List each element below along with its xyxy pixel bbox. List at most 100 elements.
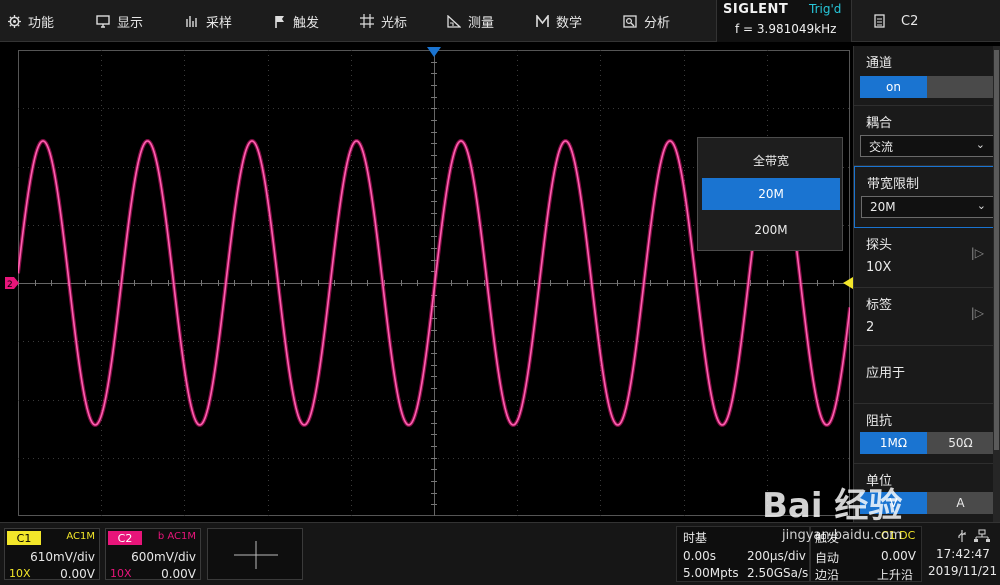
probe-value: 10X [866, 260, 892, 275]
trigger-slope: 上升沿 [877, 568, 914, 582]
menu-cursor-label: 光标 [381, 15, 408, 31]
impedance-toggle[interactable]: 1MΩ 50Ω [860, 432, 994, 454]
unit-toggle[interactable]: V A [860, 492, 994, 514]
waveform-trace [18, 138, 850, 428]
menu-display[interactable]: 显示 [96, 0, 143, 42]
channel-settings-panel: 通道 on 耦合 交流 ⌄ 带宽限制 20M ⌄ 探头 10X |▷ 标签 2 … [853, 46, 1000, 522]
section-label[interactable]: 标签 2 |▷ [854, 288, 994, 346]
bw-limit-title: 带宽限制 [867, 177, 920, 192]
scrollbar-thumb[interactable] [994, 50, 999, 450]
flag-icon [275, 15, 284, 28]
trigger-info[interactable]: 触发 C1 DC 自动 0.00V 边沿 上升沿 [810, 526, 922, 582]
channel-menu-title: C2 [901, 13, 919, 29]
coupling-value: 交流 [869, 139, 894, 154]
channel-title: 通道 [866, 56, 893, 71]
trigger-position-marker[interactable] [426, 46, 442, 58]
menu-measure[interactable]: 测量 [447, 0, 494, 42]
menu-analysis-label: 分析 [644, 15, 671, 31]
plus-icon [234, 541, 278, 569]
section-probe[interactable]: 探头 10X |▷ [854, 228, 994, 288]
timebase-title: 时基 [683, 531, 708, 545]
channel1-tag: C1 [7, 531, 41, 545]
apply-to-title: 应用于 [866, 366, 906, 381]
menu-acquire-label: 采样 [206, 15, 233, 31]
unit-a[interactable]: A [927, 492, 994, 514]
impedance-title: 阻抗 [866, 414, 893, 429]
trigger-title: 触发 [815, 531, 840, 545]
section-apply-to[interactable]: 应用于 [854, 346, 994, 404]
menu-function-label: 功能 [28, 15, 55, 31]
section-impedance: 阻抗 1MΩ 50Ω [854, 404, 994, 464]
channel2-probe: 10X [110, 567, 132, 580]
menu-math[interactable]: 数学 [536, 0, 582, 42]
label-value: 2 [866, 320, 875, 335]
chevron-down-icon: ⌄ [975, 138, 985, 151]
coupling-title: 耦合 [866, 116, 893, 131]
impedance-50[interactable]: 50Ω [927, 432, 994, 454]
channel2-tag: C2 [108, 531, 142, 545]
menu-cursor[interactable]: 光标 [360, 0, 407, 42]
channel1-coupling: AC1M [66, 531, 95, 542]
trigger-type: 边沿 [815, 568, 840, 582]
channel1-probe: 10X [9, 567, 31, 580]
waveform-display[interactable] [18, 50, 850, 516]
channel2-info[interactable]: C2 b AC1M 600mV/div 10X 0.00V [105, 528, 201, 581]
svg-text:2: 2 [7, 280, 13, 290]
channel-off[interactable] [927, 76, 994, 98]
menu-trigger[interactable]: 触发 [274, 0, 319, 42]
channel-ground-marker[interactable]: 2 [4, 276, 20, 290]
channel-toggle[interactable]: on [860, 76, 994, 98]
channel-on[interactable]: on [860, 76, 927, 98]
brand-logo: SIGLENT [723, 2, 789, 17]
bottom-status-bar: C1 AC1M 610mV/div 10X 0.00V C2 b AC1M 60… [0, 522, 1000, 585]
timebase-delay: 0.00s [683, 549, 716, 563]
channel2-coupling: b AC1M [157, 531, 196, 542]
frequency-readout: f = 3.981049kHz [735, 22, 837, 36]
add-channel-slot[interactable] [207, 528, 303, 580]
timebase-info[interactable]: 时基 0.00s 200μs/div 5.00Mpts 2.50GSa/s [676, 526, 810, 582]
option-full-bandwidth[interactable]: 全带宽 [702, 144, 840, 176]
menu-analysis[interactable]: 分析 [623, 0, 670, 42]
network-icon [974, 529, 990, 542]
label-title: 标签 [866, 298, 893, 313]
timebase-scale: 200μs/div [747, 549, 806, 563]
option-200m[interactable]: 200M [702, 214, 840, 246]
clock-time: 17:42:47 [936, 547, 990, 561]
unit-title: 单位 [866, 474, 893, 489]
clock-date: 2019/11/21 [928, 564, 998, 578]
panel-scrollbar[interactable] [993, 46, 1000, 522]
usb-icon [958, 530, 966, 542]
status-block: SIGLENT Trig'd f = 3.981049kHz [716, 0, 852, 42]
menu-function[interactable]: 功能 [8, 0, 54, 42]
bw-limit-select[interactable]: 20M ⌄ [861, 196, 995, 218]
bw-limit-value: 20M [870, 200, 896, 214]
timebase-rate: 2.50GSa/s [747, 566, 809, 580]
trigger-status: Trig'd [809, 2, 842, 16]
document-icon [874, 14, 885, 28]
analysis-icon [623, 14, 637, 28]
menu-display-label: 显示 [117, 15, 144, 31]
option-20m[interactable]: 20M [702, 178, 840, 210]
menu-trigger-label: 触发 [293, 15, 320, 31]
crosshair-icon [360, 14, 374, 28]
submenu-arrow-icon: |▷ [970, 306, 984, 320]
impedance-1m[interactable]: 1MΩ [860, 432, 927, 454]
channel1-offset: 0.00V [60, 567, 95, 581]
menu-math-label: 数学 [556, 15, 583, 31]
bandwidth-dropdown: 全带宽 20M 200M [697, 137, 843, 251]
coupling-select[interactable]: 交流 ⌄ [860, 135, 994, 157]
timebase-memory: 5.00Mpts [683, 566, 739, 580]
sampling-icon [186, 15, 197, 27]
channel-menu-header[interactable]: C2 [856, 0, 1000, 42]
section-channel: 通道 on [854, 46, 994, 106]
trigger-mode: 自动 [815, 551, 840, 565]
chevron-down-icon: ⌄ [976, 199, 986, 212]
probe-title: 探头 [866, 238, 893, 253]
top-menu-bar: 功能 显示 采样 触发 光标 测量 数学 分析 SIGLENT Trig'd f… [0, 0, 1000, 42]
channel1-info[interactable]: C1 AC1M 610mV/div 10X 0.00V [4, 528, 100, 581]
channel1-scale: 610mV/div [30, 550, 95, 564]
trigger-source: C1 DC [881, 529, 916, 542]
unit-v[interactable]: V [860, 492, 927, 514]
math-m-icon [536, 14, 549, 27]
menu-acquire[interactable]: 采样 [186, 0, 232, 42]
